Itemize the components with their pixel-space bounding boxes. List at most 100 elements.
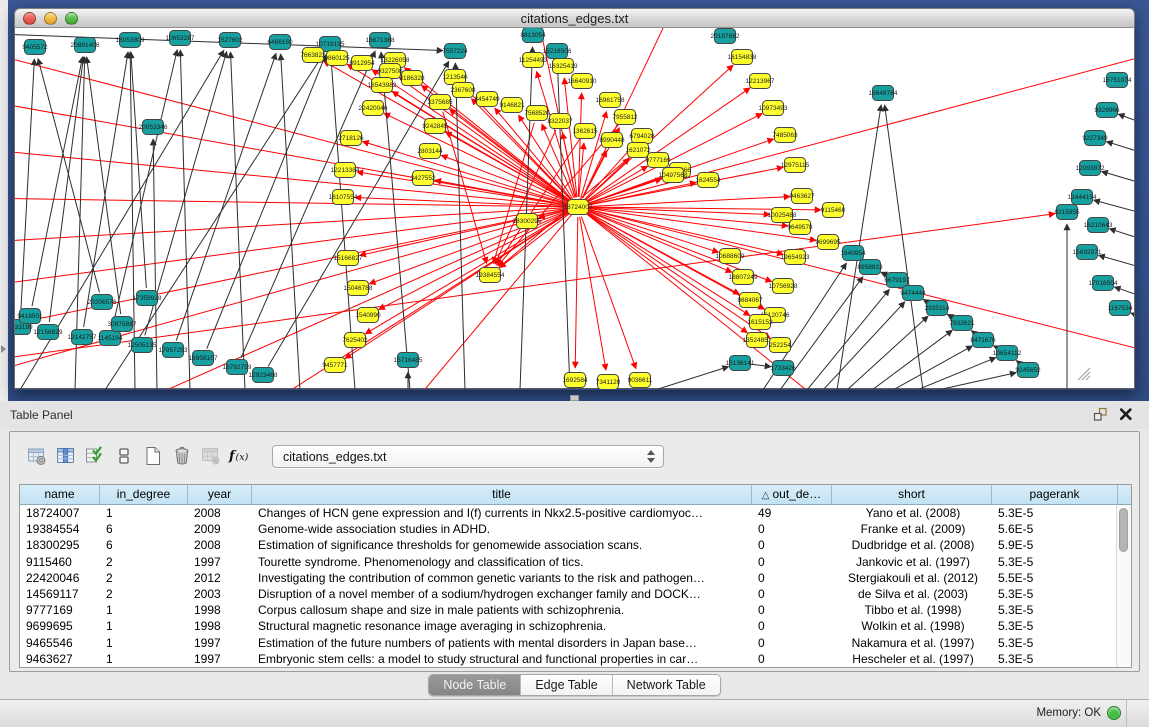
cell-title[interactable]: Estimation of the future numbers of pati… <box>252 635 752 651</box>
cell-year[interactable]: 1997 <box>188 554 252 570</box>
delete-column-icon[interactable] <box>169 443 194 470</box>
graph-node[interactable]: 16671388 <box>366 33 395 48</box>
network-canvas[interactable]: 9405572208914061605380910653287152760264… <box>14 28 1135 389</box>
graph-node[interactable]: 252254 <box>769 338 791 353</box>
cell-out_de[interactable]: 0 <box>752 618 832 634</box>
cell-title[interactable]: Structural magnetic resonance image aver… <box>252 618 752 634</box>
cell-title[interactable]: Corpus callosum shape and size in male p… <box>252 602 752 618</box>
table-scrollbar[interactable] <box>1116 505 1131 667</box>
graph-edge[interactable] <box>231 52 245 389</box>
cell-year[interactable]: 1997 <box>188 635 252 651</box>
graph-node[interactable]: 16958107 <box>189 351 218 366</box>
cell-name[interactable]: 9463627 <box>20 651 100 667</box>
graph-node[interactable]: 12093872 <box>1076 161 1105 176</box>
cell-out_de[interactable]: 0 <box>752 602 832 618</box>
cell-name[interactable]: 9115460 <box>20 554 100 570</box>
cell-in_degree[interactable]: 1 <box>100 651 188 667</box>
graph-node[interactable]: 6794028 <box>629 129 655 144</box>
graph-node[interactable]: 22420046 <box>359 101 388 116</box>
graph-node[interactable]: 9227349 <box>1082 131 1108 146</box>
cell-pagerank[interactable]: 5.3E-5 <box>992 602 1118 618</box>
cell-pagerank[interactable]: 5.9E-5 <box>992 537 1118 553</box>
cell-short[interactable]: de Silva et al. (2003) <box>832 586 992 602</box>
graph-node[interactable]: 10973493 <box>759 101 788 116</box>
graph-edge[interactable] <box>15 48 568 204</box>
graph-node[interactable]: 12505135 <box>128 338 157 353</box>
graph-node[interactable]: 12444154 <box>1068 190 1097 205</box>
tab-node-table[interactable]: Node Table <box>429 675 521 695</box>
cell-in_degree[interactable]: 6 <box>100 537 188 553</box>
graph-node[interactable]: 12213967 <box>746 74 775 89</box>
graph-node[interactable]: 2803144 <box>417 144 443 159</box>
cell-title[interactable]: Estimation of significance thresholds fo… <box>252 537 752 553</box>
cell-out_de[interactable]: 0 <box>752 570 832 586</box>
graph-node[interactable]: 16053809 <box>116 33 145 48</box>
table-row[interactable]: 1830029562008Estimation of significance … <box>20 537 1131 553</box>
cell-year[interactable]: 2003 <box>188 586 252 602</box>
table-selector-dropdown[interactable]: citations_edges.txt <box>272 445 664 468</box>
graph-node[interactable]: 7663822 <box>300 48 326 63</box>
cell-title[interactable]: Changes of HCN gene expression and I(f) … <box>252 505 752 521</box>
cell-in_degree[interactable]: 2 <box>100 554 188 570</box>
cell-title[interactable]: Tourette syndrome. Phenomenology and cla… <box>252 554 752 570</box>
graph-node[interactable]: 15751074 <box>1103 73 1132 88</box>
graph-node[interactable]: 1145194 <box>98 331 123 346</box>
cell-out_de[interactable]: 0 <box>752 586 832 602</box>
graph-node[interactable]: 1733426 <box>770 361 796 376</box>
cell-short[interactable]: Tibbo et al. (1998) <box>832 602 992 618</box>
graph-node[interactable]: 1167534 <box>1108 301 1133 316</box>
graph-edge[interactable] <box>588 197 790 207</box>
graph-node[interactable]: 1692584 <box>562 373 588 388</box>
graph-node[interactable]: 9699695 <box>815 235 841 250</box>
table-row[interactable]: 946362711997Embryonic stem cells: a mode… <box>20 651 1131 667</box>
graph-node[interactable]: 10756928 <box>769 279 798 294</box>
graph-edge[interactable] <box>379 212 569 310</box>
cell-short[interactable]: Dudbridge et al. (2008) <box>832 537 992 553</box>
cell-year[interactable]: 2012 <box>188 570 252 586</box>
graph-node[interactable]: 12142757 <box>68 330 97 345</box>
graph-node[interactable]: 9457771 <box>322 358 348 373</box>
table-mode-icon[interactable] <box>111 443 136 470</box>
tab-edge-table[interactable]: Edge Table <box>521 675 612 695</box>
graph-node[interactable]: 16154838 <box>728 50 757 65</box>
graph-node[interactable]: 16782759 <box>223 360 252 375</box>
table-row[interactable]: 1456911722003Disruption of a novel membe… <box>20 586 1131 602</box>
graph-edge[interactable] <box>580 217 606 370</box>
graph-edge[interactable] <box>581 216 636 368</box>
graph-node[interactable]: 7955812 <box>612 110 638 125</box>
table-row[interactable]: 911546021997Tourette syndrome. Phenomeno… <box>20 554 1131 570</box>
cell-out_de[interactable]: 0 <box>752 651 832 667</box>
cell-out_de[interactable]: 0 <box>752 554 832 570</box>
cell-short[interactable]: Franke et al. (2009) <box>832 521 992 537</box>
graph-edge[interactable] <box>586 213 747 333</box>
cell-out_de[interactable]: 0 <box>752 521 832 537</box>
memory-status-icon[interactable] <box>1107 706 1121 720</box>
column-header-out_de[interactable]: △out_de… <box>752 485 832 504</box>
graph-node[interactable]: 15716485 <box>394 353 423 368</box>
cell-title[interactable]: Embryonic stem cells: a model to study s… <box>252 651 752 667</box>
show-columns-icon[interactable] <box>53 443 78 470</box>
cell-year[interactable]: 2008 <box>188 505 252 521</box>
graph-node[interactable]: 9860125 <box>324 51 350 66</box>
cell-pagerank[interactable]: 5.3E-5 <box>992 586 1118 602</box>
cell-pagerank[interactable]: 5.3E-5 <box>992 635 1118 651</box>
graph-node[interactable]: 17957253 <box>159 343 188 358</box>
graph-node[interactable]: 7557224 <box>442 44 468 59</box>
graph-node[interactable]: 9777169 <box>645 153 671 168</box>
graph-node[interactable]: 8958923 <box>857 260 883 275</box>
cell-in_degree[interactable]: 2 <box>100 570 188 586</box>
graph-node[interactable]: 7341120 <box>596 375 621 390</box>
graph-edge[interactable] <box>588 209 1134 358</box>
close-panel-icon[interactable] <box>1117 406 1135 424</box>
graph-node[interactable]: 17359928 <box>133 291 162 306</box>
graph-node[interactable]: 7485063 <box>772 128 798 143</box>
cell-pagerank[interactable]: 5.3E-5 <box>992 651 1118 667</box>
graph-edge[interactable] <box>1118 114 1134 135</box>
cell-year[interactable]: 1998 <box>188 618 252 634</box>
graph-node[interactable]: 18724007 <box>564 200 593 215</box>
network-window-titlebar[interactable]: citations_edges.txt <box>14 8 1135 28</box>
cell-title[interactable]: Disruption of a novel member of a sodium… <box>252 586 752 602</box>
graph-node[interactable]: 2718126 <box>338 131 364 146</box>
graph-node[interactable]: 16325419 <box>549 59 578 74</box>
cell-in_degree[interactable]: 1 <box>100 635 188 651</box>
